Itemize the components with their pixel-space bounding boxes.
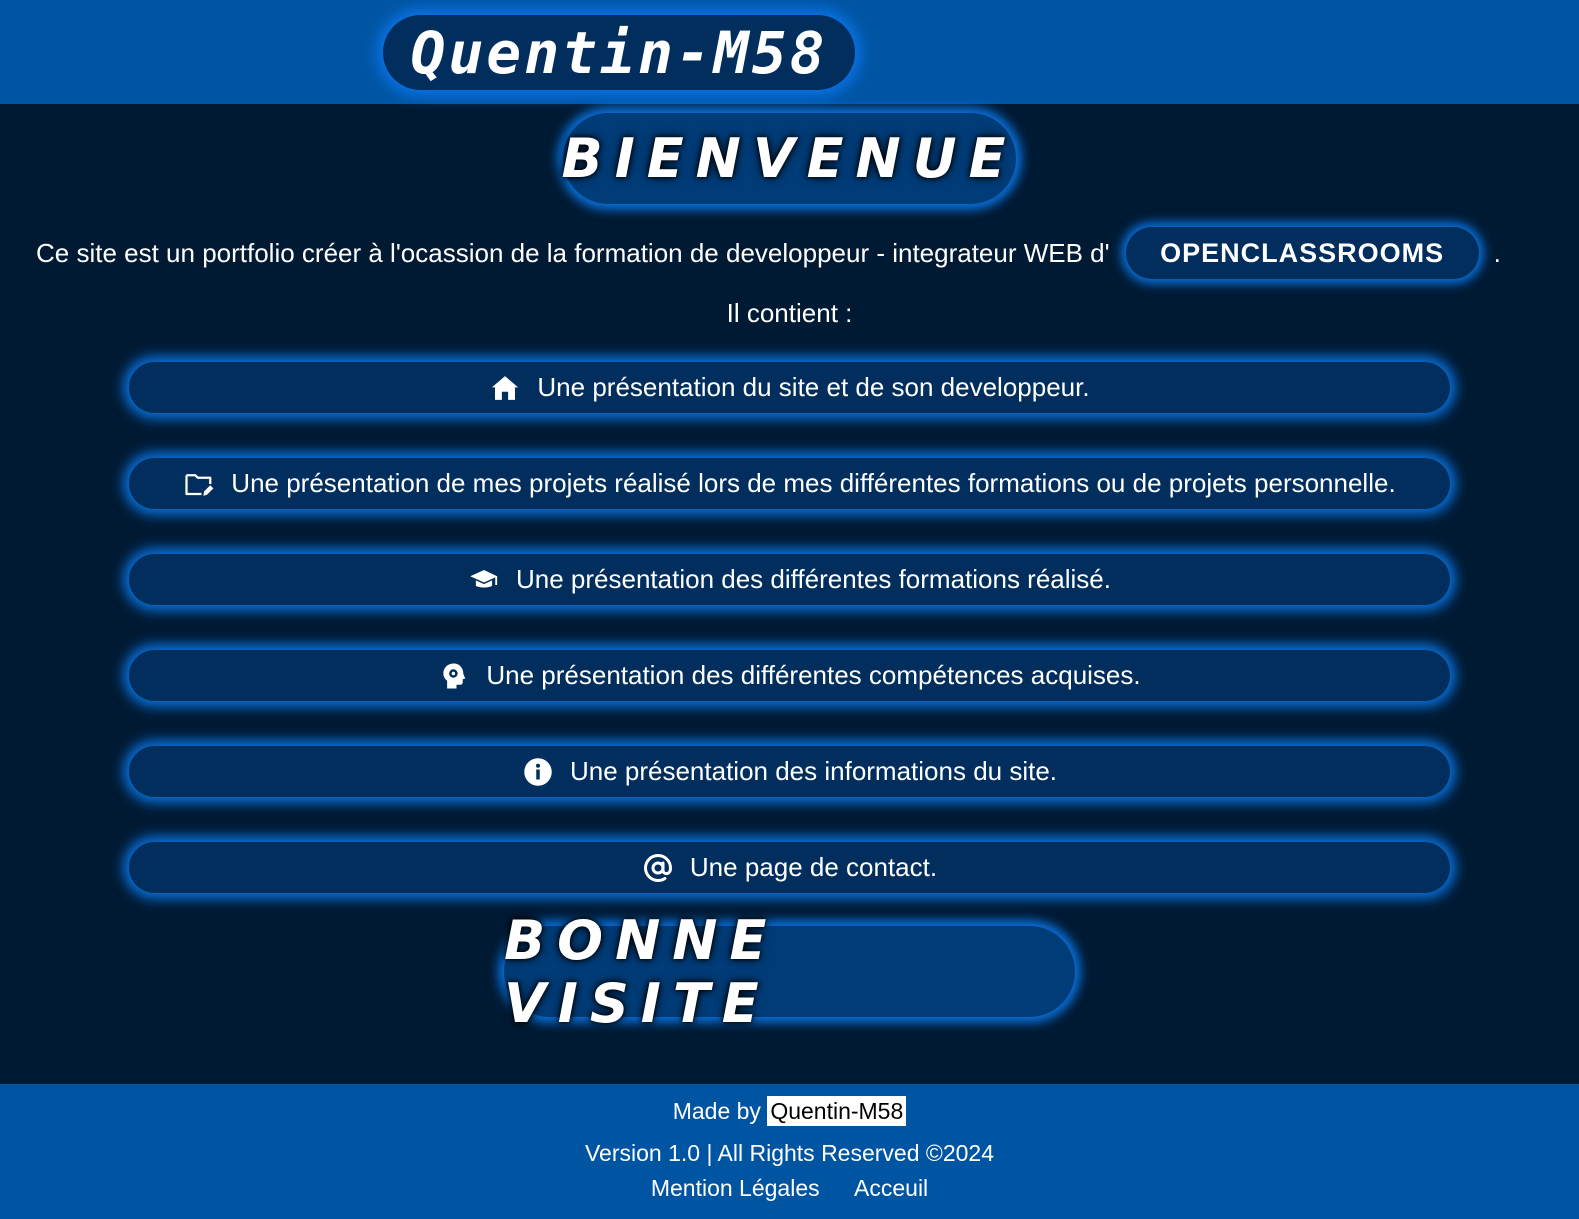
section-item-label: Une présentation du site et de son devel… [537, 372, 1090, 402]
welcome-title: BIENVENUE [561, 127, 1018, 190]
footer-links: Mention Légales Acceuil [0, 1175, 1579, 1202]
section-item-site-info[interactable]: Une présentation des informations du sit… [129, 746, 1450, 797]
legal-mentions-link[interactable]: Mention Légales [651, 1175, 820, 1201]
section-item-skills[interactable]: Une présentation des différentes compéte… [129, 650, 1450, 701]
site-footer: Made by Quentin-M58 Version 1.0 | All Ri… [0, 1084, 1579, 1219]
version-text: Version 1.0 | All Rights Reserved ©2024 [584, 1140, 995, 1166]
info-icon [522, 756, 554, 788]
section-list: Une présentation du site et de son devel… [129, 362, 1450, 938]
home-link[interactable]: Acceuil [854, 1175, 928, 1201]
goodbye-banner: BONNE VISITE [504, 909, 1075, 1035]
section-item-presentation[interactable]: Une présentation du site et de son devel… [129, 362, 1450, 413]
section-item-label: Une présentation des différentes compéte… [486, 660, 1141, 690]
intro-period: . [1493, 237, 1501, 268]
folder-edit-icon [183, 468, 215, 500]
intro-paragraph: Ce site est un portfolio créer à l'ocass… [36, 226, 1501, 280]
main-content: BIENVENUE Ce site est un portfolio créer… [0, 104, 1579, 1084]
graduation-cap-icon [468, 564, 500, 596]
brand-name: Quentin-M58 [410, 18, 828, 87]
section-item-label: Une présentation des différentes formati… [516, 564, 1111, 594]
contains-label: Il contient : [726, 298, 853, 328]
section-item-projects[interactable]: Une présentation de mes projets réalisé … [129, 458, 1450, 509]
head-gear-icon [438, 660, 470, 692]
goodbye-title: BONNE VISITE [504, 908, 779, 1035]
section-item-label: Une page de contact. [689, 852, 938, 882]
author-name: Quentin-M58 [767, 1096, 907, 1126]
brand-logo[interactable]: Quentin-M58 [383, 15, 855, 90]
openclassrooms-badge[interactable]: OPENCLASSROOMS [1125, 227, 1479, 279]
section-item-label: Une présentation des informations du sit… [569, 756, 1058, 786]
welcome-banner: BIENVENUE [561, 113, 1018, 204]
section-item-trainings[interactable]: Une présentation des différentes formati… [129, 554, 1450, 605]
made-by-line: Made by Quentin-M58 [0, 1096, 1579, 1126]
intro-text: Ce site est un portfolio créer à l'ocass… [36, 237, 1110, 268]
section-item-label: Une présentation de mes projets réalisé … [231, 468, 1396, 498]
site-header: Quentin-M58 [0, 0, 1579, 104]
home-icon [489, 372, 521, 404]
made-by-label: Made by [672, 1098, 761, 1124]
at-sign-icon [642, 852, 674, 884]
section-item-contact[interactable]: Une page de contact. [129, 842, 1450, 893]
